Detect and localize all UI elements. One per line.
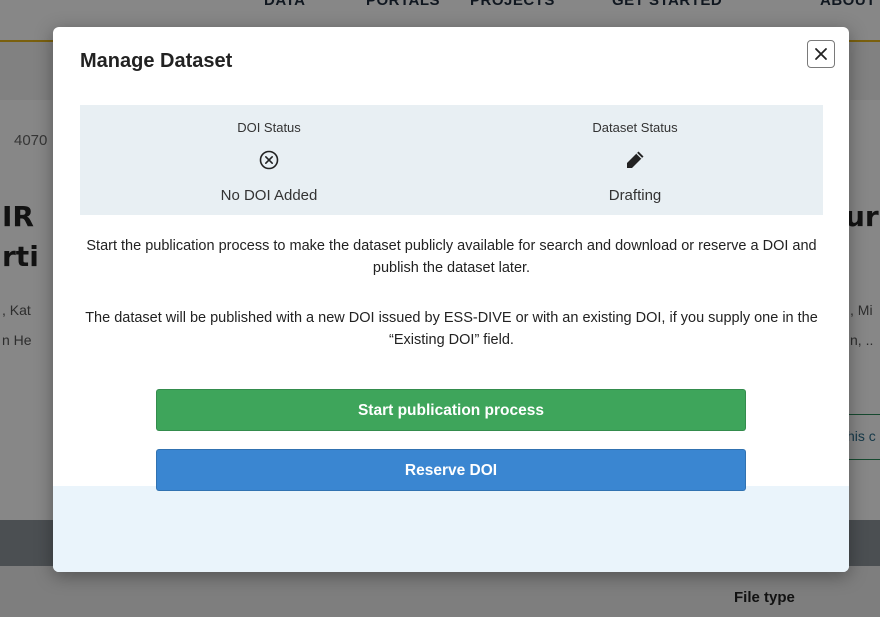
status-panel: DOI Status No DOI Added Dataset Status D… [80, 105, 823, 215]
dataset-status-label: Dataset Status [592, 120, 678, 135]
close-button[interactable] [807, 40, 835, 68]
modal-title: Manage Dataset [80, 50, 233, 72]
publication-description: Start the publication process to make th… [86, 238, 817, 276]
doi-description: The dataset will be published with a new… [85, 310, 818, 348]
start-publication-button[interactable]: Start publication process [156, 389, 746, 431]
circle-x-icon [259, 150, 279, 170]
dataset-status: Dataset Status Drafting [515, 105, 755, 215]
doi-status: DOI Status No DOI Added [149, 105, 389, 215]
doi-status-value: No DOI Added [220, 187, 318, 204]
modal-footer [53, 486, 849, 572]
manage-dataset-modal: Manage Dataset DOI Status No DOI Added D… [53, 27, 849, 572]
close-x-icon [815, 48, 827, 60]
doi-status-label: DOI Status [237, 120, 301, 135]
reserve-doi-button[interactable]: Reserve DOI [156, 449, 746, 491]
pencil-icon [627, 151, 644, 168]
dataset-status-value: Drafting [608, 187, 662, 204]
